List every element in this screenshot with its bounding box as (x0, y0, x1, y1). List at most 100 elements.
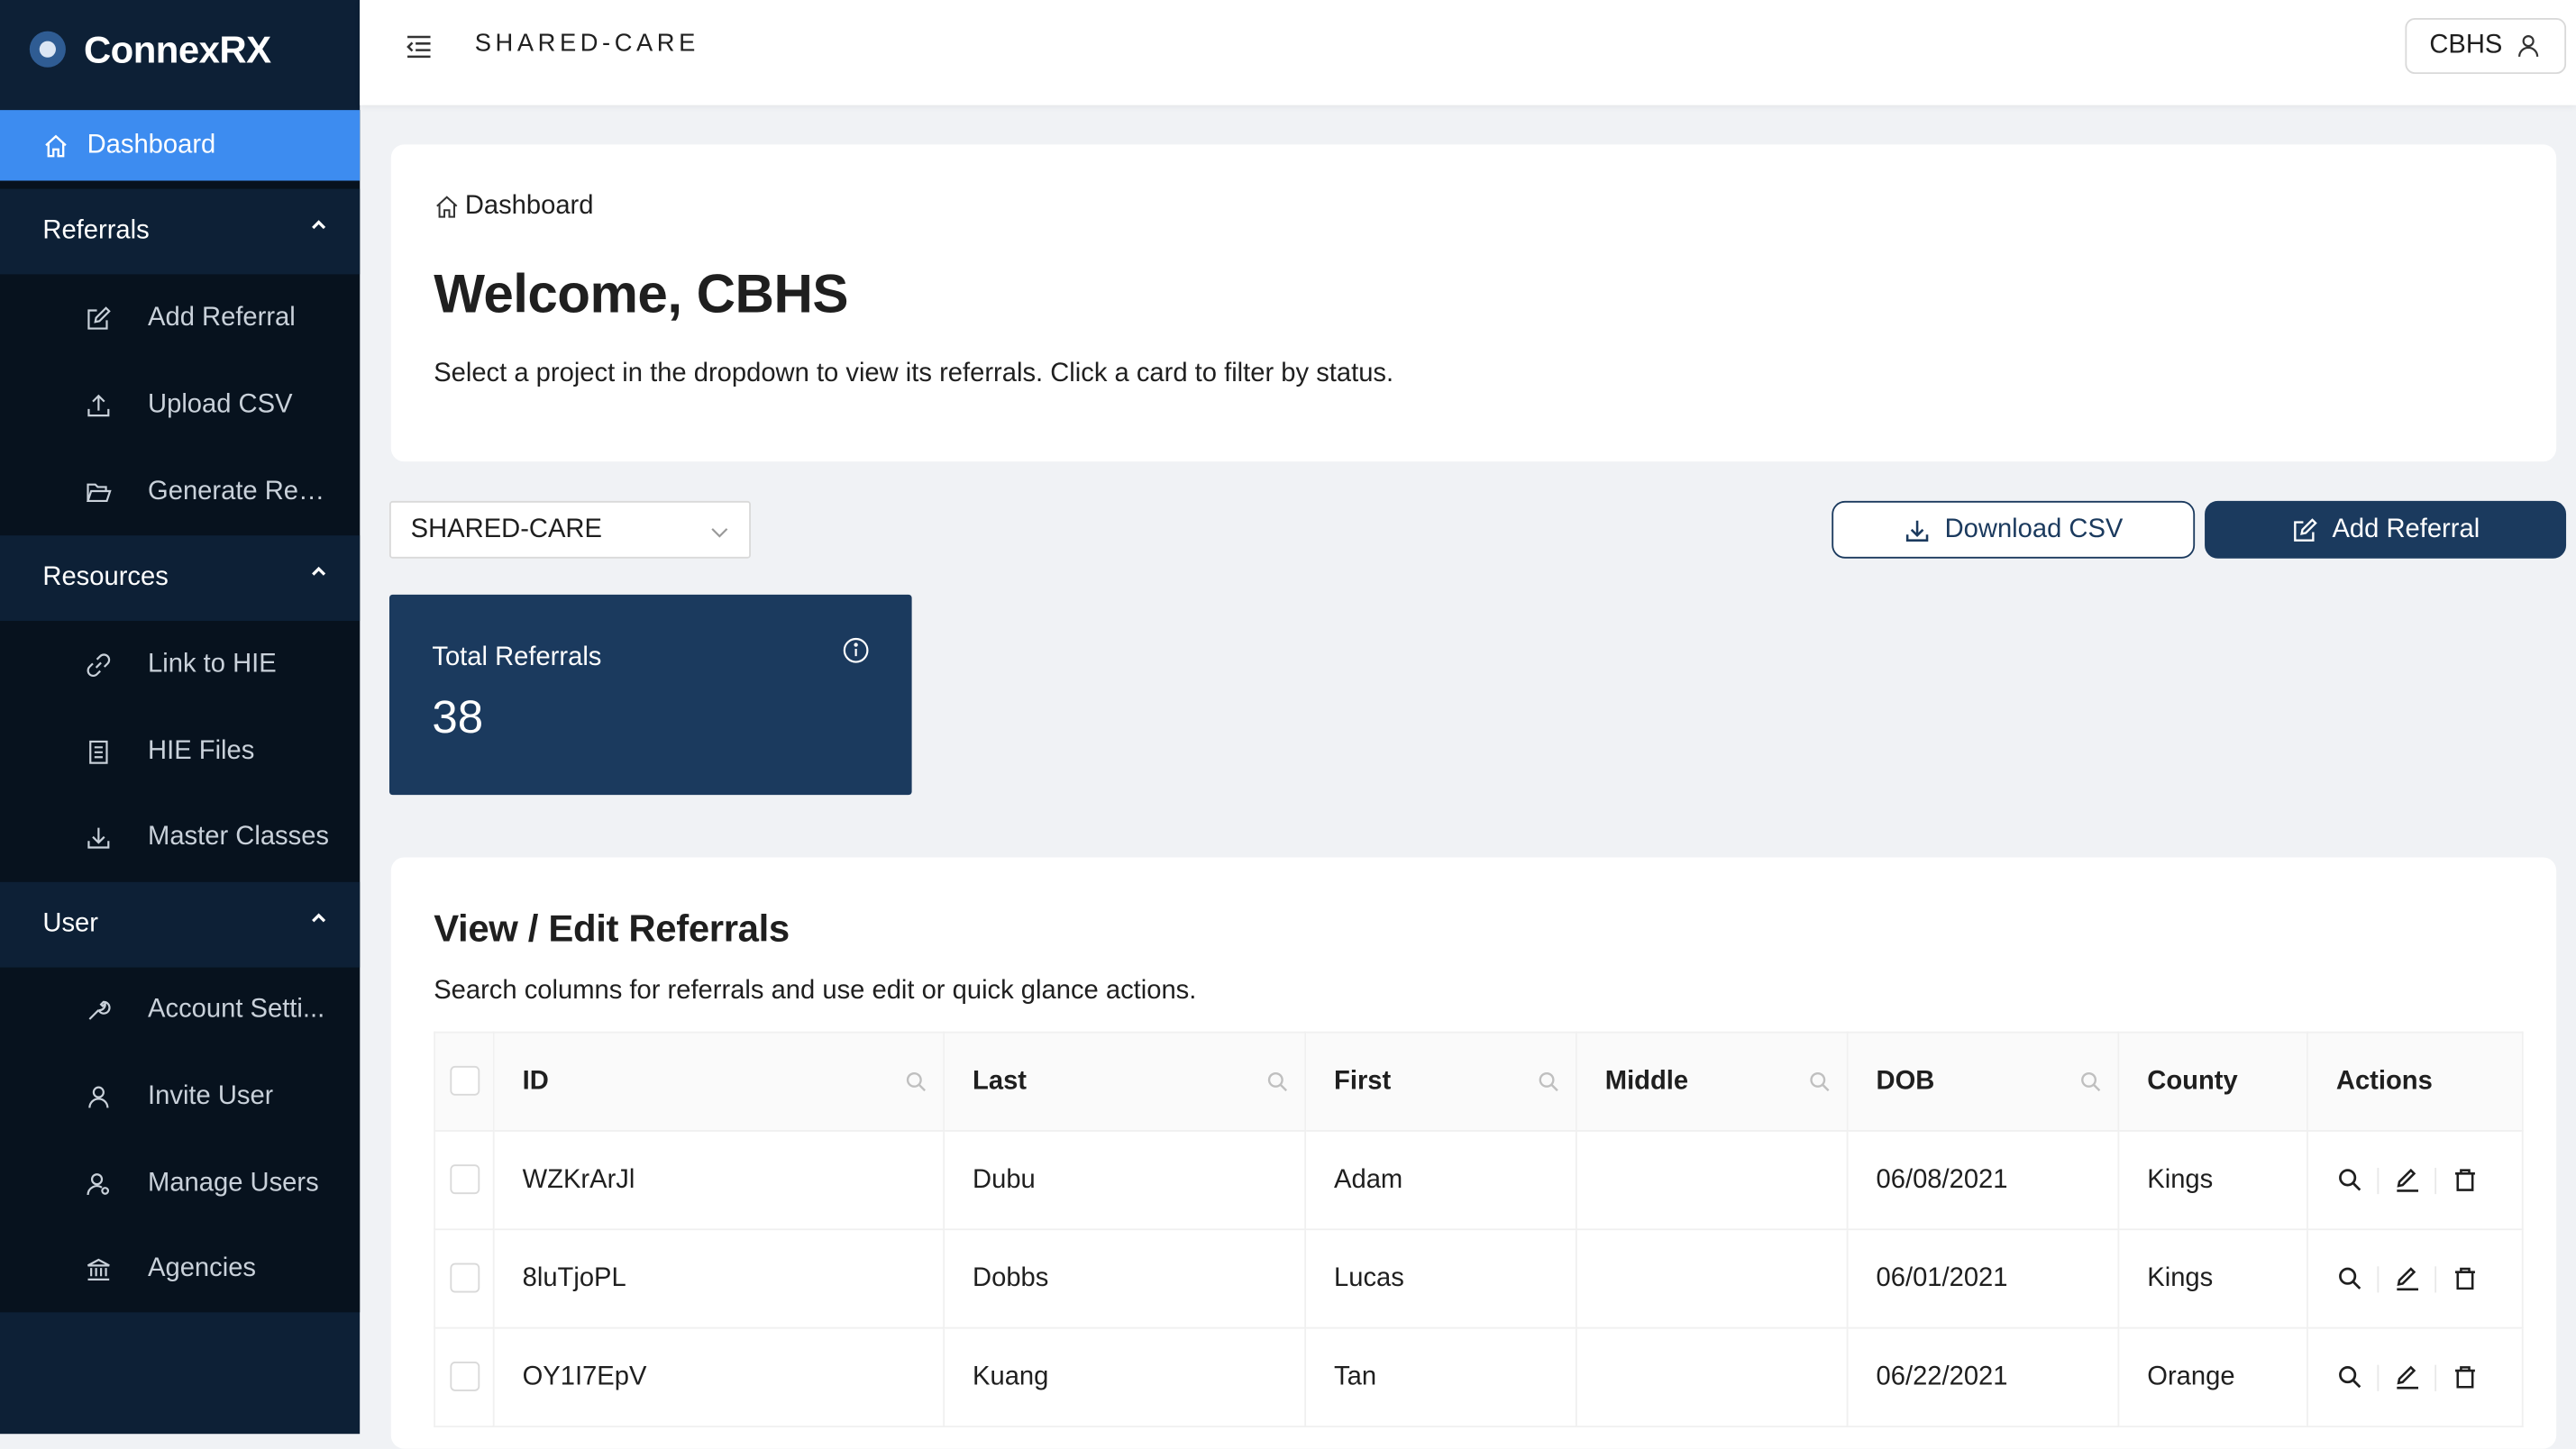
sidebar-item-label: Account Setti... (148, 994, 325, 1023)
row-actions (2321, 1261, 2521, 1297)
column-header-actions: Actions (2307, 1031, 2524, 1132)
welcome-description: Select a project in the dropdown to view… (434, 360, 1394, 388)
sidebar-group-resources[interactable]: Resources (0, 535, 361, 621)
download-icon (84, 822, 114, 852)
search-icon[interactable] (905, 1071, 927, 1092)
column-header-first: First (1304, 1031, 1577, 1132)
cell-first: Lucas (1304, 1228, 1577, 1329)
cell-middle (1575, 1326, 1849, 1427)
sidebar-group-referrals[interactable]: Referrals (0, 188, 361, 275)
column-label: First (1334, 1066, 1392, 1095)
cell-actions (2307, 1228, 2524, 1329)
row-checkbox[interactable] (450, 1362, 480, 1392)
info-icon[interactable] (843, 637, 869, 663)
menu-fold-icon[interactable] (403, 30, 435, 62)
column-label: Middle (1604, 1066, 1689, 1095)
sidebar-item-add-referral[interactable]: Add Referral (0, 283, 360, 353)
download-csv-label: Download CSV (1944, 515, 2124, 543)
project-select-value: SHARED-CARE (410, 515, 602, 543)
cell-middle (1575, 1228, 1849, 1329)
table-title: View / Edit Referrals (434, 907, 790, 950)
add-referral-button[interactable]: Add Referral (2205, 500, 2567, 559)
cell-dob: 06/01/2021 (1846, 1228, 2120, 1329)
table-description: Search columns for referrals and use edi… (434, 977, 1197, 1006)
column-header-county: County (2117, 1031, 2308, 1132)
top-header: SHARED-CARE CBHS (360, 0, 2576, 105)
edit-icon[interactable] (2379, 1162, 2434, 1198)
search-icon[interactable] (2321, 1261, 2377, 1297)
edit-icon (84, 303, 114, 333)
sidebar-item-label: Link to HIE (148, 649, 277, 678)
search-icon[interactable] (2321, 1359, 2377, 1395)
chevron-up-icon (310, 563, 326, 579)
sidebar-item-dashboard[interactable]: Dashboard (0, 110, 361, 181)
sidebar-item-master-classes[interactable]: Master Classes (0, 801, 360, 871)
breadcrumb[interactable]: Dashboard (434, 192, 594, 222)
delete-icon[interactable] (2436, 1359, 2492, 1395)
search-icon[interactable] (2321, 1162, 2377, 1198)
delete-icon[interactable] (2436, 1261, 2492, 1297)
column-header-id: ID (492, 1031, 945, 1132)
page-title: SHARED-CARE (474, 29, 699, 58)
sidebar-item-link-to-hie[interactable]: Link to HIE (0, 629, 360, 699)
home-icon (41, 131, 71, 160)
search-icon[interactable] (1266, 1071, 1288, 1092)
chevron-up-icon (310, 217, 326, 233)
column-header-middle: Middle (1575, 1031, 1849, 1132)
sidebar-item-label: Add Referral (148, 303, 296, 332)
sidebar-group-user[interactable]: User (0, 881, 361, 968)
chevron-down-icon (709, 523, 729, 542)
edit-icon[interactable] (2379, 1261, 2434, 1297)
row-select-cell (434, 1130, 495, 1231)
search-icon[interactable] (1809, 1071, 1831, 1092)
stat-value: 38 (432, 691, 484, 743)
sidebar-item-agencies[interactable]: Agencies (0, 1234, 360, 1304)
select-all-checkbox[interactable] (450, 1066, 480, 1097)
sidebar-item-manage-users[interactable]: Manage Users (0, 1148, 360, 1218)
sidebar: ConnexRX Dashboard Referrals Add Referra… (0, 0, 361, 1435)
cell-middle (1575, 1130, 1849, 1231)
sidebar-item-label: Dashboard (87, 130, 216, 159)
download-csv-button[interactable]: Download CSV (1832, 500, 2196, 559)
referrals-table: ID Last First Middle DOB County Actions … (434, 1031, 2524, 1427)
bank-icon (84, 1254, 114, 1284)
cell-first: Adam (1304, 1130, 1577, 1231)
add-referral-label: Add Referral (2332, 515, 2480, 543)
sidebar-item-account-settings[interactable]: Account Setti... (0, 974, 360, 1044)
user-icon (84, 1081, 114, 1111)
cell-actions (2307, 1326, 2524, 1427)
search-icon[interactable] (1538, 1071, 1559, 1092)
sidebar-item-label: Master Classes (148, 822, 329, 851)
row-checkbox[interactable] (450, 1164, 480, 1195)
row-actions (2321, 1359, 2521, 1395)
stat-title: Total Referrals (432, 643, 602, 672)
search-icon[interactable] (2080, 1071, 2102, 1092)
delete-icon[interactable] (2436, 1162, 2492, 1198)
sidebar-item-label: Upload CSV (148, 389, 293, 418)
app-logo[interactable]: ConnexRX (0, 0, 360, 98)
edit-icon (2291, 516, 2317, 542)
file-text-icon (84, 736, 114, 766)
cell-county: Kings (2117, 1228, 2308, 1329)
edit-icon[interactable] (2379, 1359, 2434, 1395)
user-menu-button[interactable]: CBHS (2405, 18, 2567, 75)
app-name: ConnexRX (83, 27, 271, 70)
sidebar-item-invite-user[interactable]: Invite User (0, 1061, 360, 1131)
sidebar-item-hie-files[interactable]: HIE Files (0, 716, 360, 787)
download-icon (1904, 516, 1930, 542)
chevron-up-icon (310, 910, 326, 926)
row-checkbox[interactable] (450, 1263, 480, 1294)
project-select[interactable]: SHARED-CARE (388, 500, 751, 559)
cell-first: Tan (1304, 1326, 1577, 1427)
user-name: CBHS (2429, 31, 2503, 59)
sidebar-item-label: Invite User (148, 1081, 274, 1110)
sidebar-item-generate-report[interactable]: Generate Rep... (0, 457, 360, 527)
column-label: ID (522, 1066, 549, 1095)
column-label: County (2147, 1066, 2238, 1095)
total-referrals-card[interactable]: Total Referrals 38 (388, 594, 912, 796)
table-row: 8luTjoPL Dobbs Lucas 06/01/2021 Kings (434, 1228, 2524, 1329)
folder-open-icon (84, 477, 114, 506)
tool-icon (84, 995, 114, 1025)
sidebar-item-upload-csv[interactable]: Upload CSV (0, 369, 360, 440)
cell-dob: 06/08/2021 (1846, 1130, 2120, 1231)
